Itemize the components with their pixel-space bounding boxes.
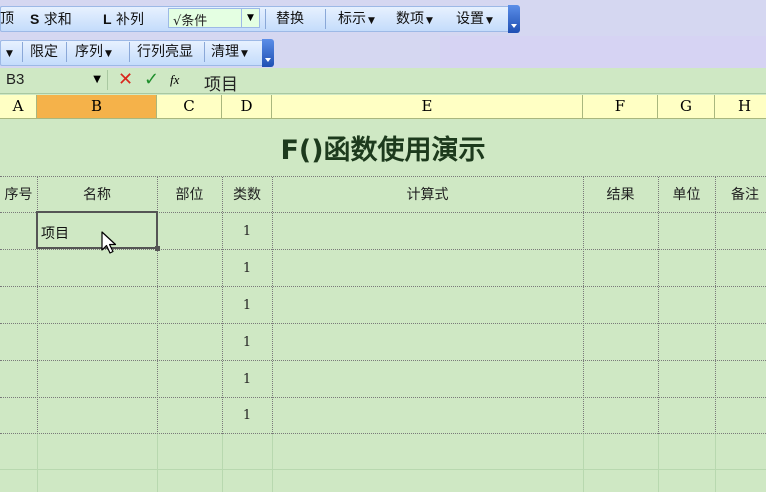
sum-button[interactable]: S 求和: [30, 10, 72, 29]
name-box[interactable]: B3 ▼: [0, 70, 108, 90]
gridline: [715, 434, 716, 492]
column-header-a[interactable]: A: [0, 95, 37, 119]
table-border: [0, 397, 766, 398]
gridline: [658, 434, 659, 492]
insert-function-icon[interactable]: fx: [170, 72, 179, 88]
count-menu-button[interactable]: 数项 ▼: [396, 10, 433, 30]
type-count-cell[interactable]: 1: [222, 408, 272, 423]
column-header-g[interactable]: G: [658, 95, 715, 119]
header-cell-type-count[interactable]: 类数: [222, 178, 272, 212]
header-cell-part[interactable]: 部位: [157, 178, 222, 212]
fill-column-button[interactable]: L 补列: [103, 10, 144, 29]
column-header-h[interactable]: H: [715, 95, 766, 119]
type-count-cell[interactable]: 1: [222, 335, 272, 350]
sum-label: 求和: [43, 12, 72, 28]
limit-button[interactable]: 限定: [30, 43, 58, 61]
column-header-c[interactable]: C: [157, 95, 222, 119]
header-cell-name[interactable]: 名称: [37, 178, 157, 212]
mouse-cursor-icon: [101, 231, 117, 254]
table-border: [0, 360, 766, 361]
replace-button[interactable]: 替换: [276, 10, 304, 28]
toolbar-separator: [66, 42, 67, 62]
mark-menu-button[interactable]: 标示 ▼: [338, 10, 375, 30]
gridline: [583, 434, 584, 492]
condition-combo-value: √条件: [173, 14, 208, 29]
gridline: [272, 434, 273, 492]
toolbar-separator: [325, 9, 326, 29]
toolbar-separator: [204, 42, 205, 62]
settings-menu-button[interactable]: 设置 ▼: [456, 10, 493, 30]
table-border: [272, 177, 273, 434]
toolbar-separator: [22, 42, 23, 62]
dropdown-arrow-icon: ▼: [241, 49, 248, 59]
name-box-value: B3: [6, 71, 25, 88]
dropdown-arrow-icon[interactable]: ▼: [4, 43, 13, 63]
formula-bar: B3 ▼ ✕ ✓ fx 项目: [0, 68, 766, 95]
fill-column-letter: L: [103, 11, 112, 27]
toolbar-separator: [265, 9, 266, 29]
clean-menu-label: 清理: [211, 44, 239, 60]
dropdown-arrow-icon: ▼: [426, 16, 433, 26]
table-border: [0, 433, 766, 434]
table-border: [0, 323, 766, 324]
toolbar-options-button-1[interactable]: [508, 5, 520, 33]
header-cell-note[interactable]: 备注: [715, 178, 766, 212]
type-count-cell[interactable]: 1: [222, 261, 272, 276]
toolbar-item-ding[interactable]: 顶: [0, 10, 14, 28]
header-cell-result[interactable]: 结果: [583, 178, 658, 212]
active-cell-text: 项目: [41, 226, 69, 242]
condition-combo[interactable]: √条件 ▼: [168, 8, 260, 29]
count-menu-label: 数项: [396, 11, 424, 27]
fill-column-label: 补列: [116, 12, 145, 28]
formula-input[interactable]: 项目: [204, 70, 238, 95]
clean-menu-button[interactable]: 清理 ▼: [211, 43, 248, 63]
toolbar-separator: [129, 42, 130, 62]
sheet-title: F()函数使用演示: [280, 135, 486, 166]
chevron-down-icon[interactable]: ▼: [241, 9, 259, 27]
gridline: [157, 434, 158, 492]
table-border: [715, 177, 716, 434]
row-column-highlight-button[interactable]: 行列亮显: [137, 43, 193, 61]
dropdown-arrow-icon: ▼: [105, 49, 112, 59]
table-border: [0, 286, 766, 287]
confirm-icon[interactable]: ✓: [144, 69, 159, 90]
dropdown-arrow-icon: ▼: [486, 16, 493, 26]
header-cell-unit[interactable]: 单位: [658, 178, 715, 212]
header-cell-index[interactable]: 序号: [0, 178, 37, 212]
sequence-menu-button[interactable]: 序列 ▼: [75, 43, 112, 63]
table-border: [0, 176, 766, 177]
cancel-icon[interactable]: ✕: [118, 69, 133, 90]
column-header-d[interactable]: D: [222, 95, 272, 119]
mark-menu-label: 标示: [338, 11, 366, 27]
type-count-cell[interactable]: 1: [222, 224, 272, 239]
column-header-e[interactable]: E: [272, 95, 583, 119]
gridline: [37, 434, 38, 492]
column-header-b[interactable]: B: [37, 95, 157, 119]
table-border: [583, 177, 584, 434]
gridline: [0, 469, 766, 470]
header-cell-formula[interactable]: 计算式: [272, 178, 583, 212]
sum-letter: S: [30, 11, 40, 27]
sequence-menu-label: 序列: [75, 44, 103, 60]
toolbar-options-button-2[interactable]: [262, 39, 274, 67]
gridline: [222, 434, 223, 492]
type-count-cell[interactable]: 1: [222, 372, 272, 387]
type-count-cell[interactable]: 1: [222, 298, 272, 313]
fill-handle[interactable]: [155, 246, 160, 251]
table-border: [658, 177, 659, 434]
settings-menu-label: 设置: [456, 11, 484, 27]
dropdown-arrow-icon: ▼: [368, 16, 375, 26]
chevron-down-icon[interactable]: ▼: [93, 74, 101, 85]
column-header-f[interactable]: F: [583, 95, 658, 119]
